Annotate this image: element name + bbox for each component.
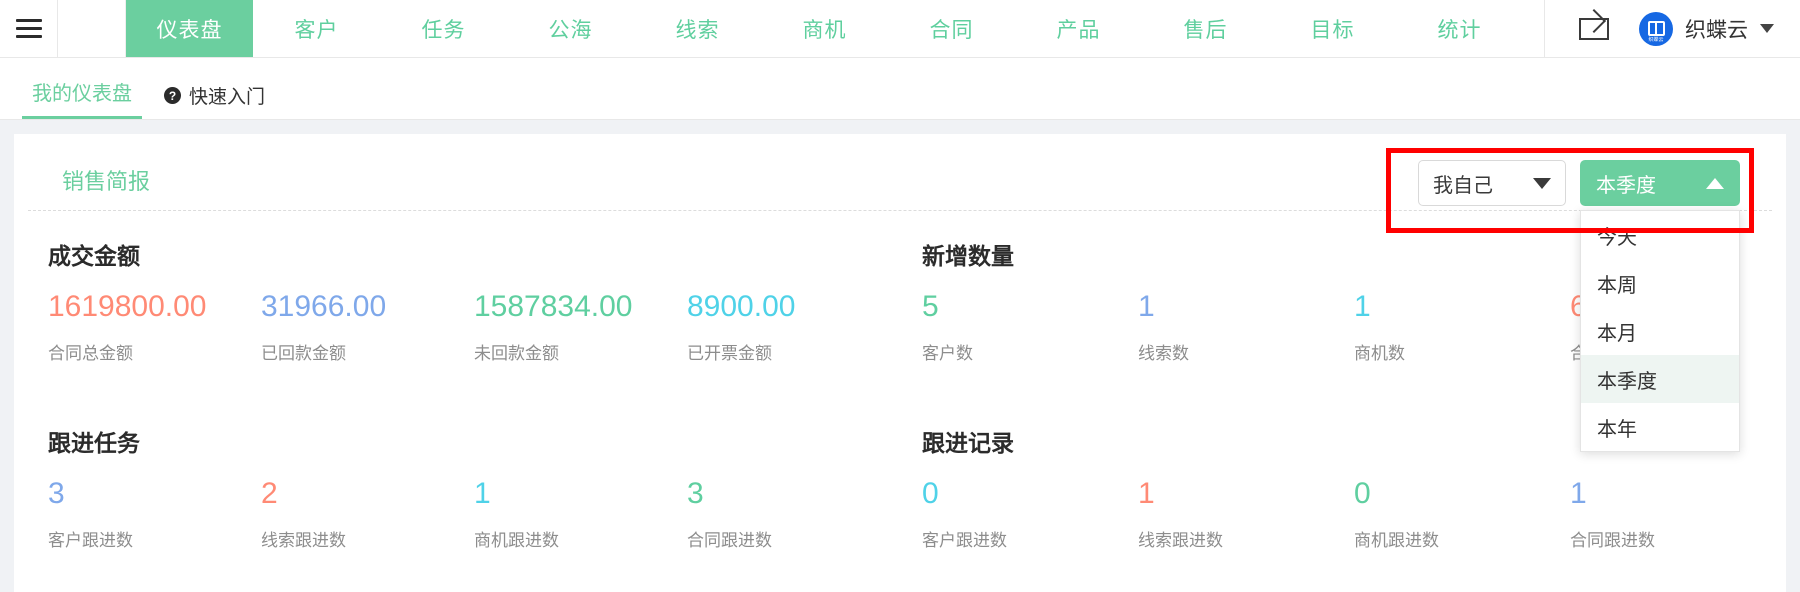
metric-list: 0 客户跟进数 1 线索跟进数 0 商机跟进数 1 合同跟进数 <box>922 474 1786 551</box>
metric-label: 商机跟进数 <box>1354 531 1439 551</box>
metric-item: 0 商机跟进数 <box>1354 474 1570 551</box>
metric-label: 线索数 <box>1138 344 1189 364</box>
nav-tab-3[interactable]: 公海 <box>507 0 634 57</box>
metric-label: 合同跟进数 <box>1570 531 1655 551</box>
group-title: 成交金额 <box>48 244 140 270</box>
group-title: 跟进任务 <box>48 431 140 457</box>
nav-tab-4[interactable]: 线索 <box>634 0 761 57</box>
metric-value: 3 <box>48 477 65 510</box>
period-select-value: 本季度 <box>1596 172 1656 197</box>
metrics-row-2: 跟进任务 3 客户跟进数 2 线索跟进数 1 商机跟进数 3 合同跟进数 跟进记录 0 客户跟进… <box>14 398 1786 551</box>
avatar-label: 织蝶云 <box>1648 36 1664 43</box>
avatar: 织蝶云 <box>1639 11 1673 46</box>
metrics-row-1: 成交金额 1619800.00 合同总金额 31966.00 已回款金额 1587834… <box>14 211 1786 364</box>
nav-tab-10[interactable]: 统计 <box>1396 0 1523 57</box>
period-option-1[interactable]: 本周 <box>1581 259 1739 307</box>
period-select-button[interactable]: 本季度 <box>1580 160 1740 206</box>
metric-group-deal-amount: 成交金额 1619800.00 合同总金额 31966.00 已回款金额 1587834… <box>14 237 900 364</box>
hamburger-menu-icon[interactable] <box>0 0 58 57</box>
metric-label: 合同跟进数 <box>687 531 772 551</box>
question-mark-icon: ? <box>164 87 181 104</box>
metric-item: 0 客户跟进数 <box>922 474 1138 551</box>
metric-label: 商机跟进数 <box>474 531 559 551</box>
nav-tab-6[interactable]: 合同 <box>888 0 1015 57</box>
nav-tab-7[interactable]: 产品 <box>1015 0 1142 57</box>
page-content: 销售简报 我自己 本季度 今天 本周 本月 本季度 本年 成交金额 1619800.00… <box>0 120 1800 592</box>
sub-tab-bar: 我的仪表盘 ? 快速入门 <box>0 58 1800 120</box>
period-option-2[interactable]: 本月 <box>1581 307 1739 355</box>
nav-tab-0[interactable]: 仪表盘 <box>126 0 253 57</box>
metric-label: 客户数 <box>922 344 973 364</box>
chevron-down-icon[interactable] <box>1760 24 1774 33</box>
metric-label: 合同总金额 <box>48 344 133 364</box>
metric-value: 0 <box>1354 477 1371 510</box>
sub-tab-my-dashboard[interactable]: 我的仪表盘 <box>22 77 142 119</box>
metric-item: 1 合同跟进数 <box>1570 474 1786 551</box>
scope-select[interactable]: 我自己 <box>1418 160 1566 206</box>
metric-value: 1 <box>1570 477 1587 510</box>
chevron-down-icon <box>1533 177 1551 189</box>
metric-list: 1619800.00 合同总金额 31966.00 已回款金额 1587834.00 未回… <box>48 287 900 364</box>
quick-start-label: 快速入门 <box>189 86 266 108</box>
nav-logo-spacer <box>58 0 126 57</box>
metric-value: 1587834.00 <box>474 290 633 323</box>
metric-list: 3 客户跟进数 2 线索跟进数 1 商机跟进数 3 合同跟进数 <box>48 474 900 551</box>
metric-item: 1 商机数 <box>1354 287 1570 364</box>
metric-value: 5 <box>922 290 939 323</box>
metric-label: 商机数 <box>1354 344 1405 364</box>
metric-item: 1 商机跟进数 <box>474 474 687 551</box>
metric-label: 已回款金额 <box>261 344 346 364</box>
metric-value: 8900.00 <box>687 290 796 323</box>
metric-label: 线索跟进数 <box>261 531 346 551</box>
nav-tab-1[interactable]: 客户 <box>253 0 380 57</box>
nav-tab-8[interactable]: 售后 <box>1142 0 1269 57</box>
card-controls: 我自己 本季度 <box>1418 160 1740 206</box>
username-label: 织蝶云 <box>1685 17 1748 42</box>
metric-item: 8900.00 已开票金额 <box>687 287 900 364</box>
period-dropdown-menu: 今天 本周 本月 本季度 本年 <box>1580 210 1740 452</box>
sales-briefing-card: 销售简报 我自己 本季度 今天 本周 本月 本季度 本年 成交金额 1619800.00… <box>14 134 1786 592</box>
metric-value: 2 <box>261 477 278 510</box>
metric-item: 3 客户跟进数 <box>48 474 261 551</box>
nav-right-actions: 织蝶云 织蝶云 <box>1544 0 1800 57</box>
metric-item: 31966.00 已回款金额 <box>261 287 474 364</box>
metric-item: 5 客户数 <box>922 287 1138 364</box>
metric-item: 1619800.00 合同总金额 <box>48 287 261 364</box>
metric-value: 1 <box>1138 477 1155 510</box>
metric-item: 1587834.00 未回款金额 <box>474 287 687 364</box>
envelope-icon[interactable] <box>1579 17 1609 40</box>
metric-value: 3 <box>687 477 704 510</box>
metric-label: 客户跟进数 <box>922 531 1007 551</box>
metric-value: 1 <box>474 477 491 510</box>
period-option-4[interactable]: 本年 <box>1581 403 1739 451</box>
metric-item: 3 合同跟进数 <box>687 474 900 551</box>
top-navigation-bar: 仪表盘 客户 任务 公海 线索 商机 合同 产品 售后 目标 统计 织蝶云 织蝶云 <box>0 0 1800 58</box>
period-option-3[interactable]: 本季度 <box>1581 355 1739 403</box>
scope-select-value: 我自己 <box>1433 172 1493 197</box>
metric-label: 线索跟进数 <box>1138 531 1223 551</box>
metric-item: 1 线索跟进数 <box>1138 474 1354 551</box>
metric-value: 31966.00 <box>261 290 387 323</box>
metric-label: 未回款金额 <box>474 344 559 364</box>
metric-value: 1 <box>1354 290 1371 323</box>
metric-value: 1 <box>1138 290 1155 323</box>
nav-tab-5[interactable]: 商机 <box>761 0 888 57</box>
main-tab-list: 仪表盘 客户 任务 公海 线索 商机 合同 产品 售后 目标 统计 <box>126 0 1544 57</box>
metric-item: 1 线索数 <box>1138 287 1354 364</box>
metric-label: 已开票金额 <box>687 344 772 364</box>
metric-label: 客户跟进数 <box>48 531 133 551</box>
metric-group-followup-tasks: 跟进任务 3 客户跟进数 2 线索跟进数 1 商机跟进数 3 合同跟进数 <box>14 424 900 551</box>
metric-item: 2 线索跟进数 <box>261 474 474 551</box>
nav-tab-9[interactable]: 目标 <box>1269 0 1396 57</box>
metric-value: 1619800.00 <box>48 290 207 323</box>
chevron-up-icon <box>1706 177 1724 189</box>
user-menu[interactable]: 织蝶云 织蝶云 <box>1639 11 1774 46</box>
metric-value: 0 <box>922 477 939 510</box>
nav-tab-2[interactable]: 任务 <box>380 0 507 57</box>
quick-start-link[interactable]: ? 快速入门 <box>164 82 265 119</box>
period-option-0[interactable]: 今天 <box>1581 211 1739 259</box>
